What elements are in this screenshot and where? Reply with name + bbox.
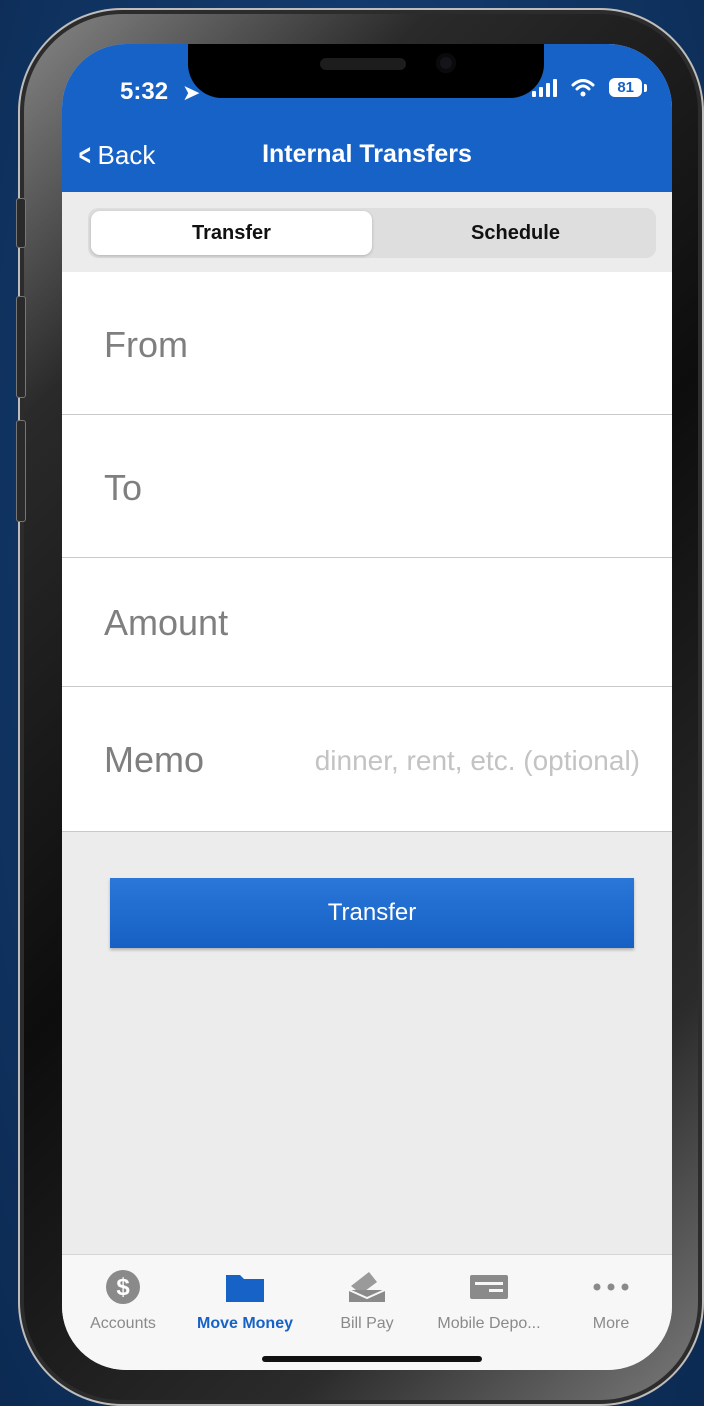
wifi-icon <box>571 78 595 96</box>
transfer-button[interactable]: Transfer <box>110 878 634 948</box>
memo-field[interactable]: Memo dinner, rent, etc. (optional) <box>62 687 672 832</box>
to-account-field[interactable]: To <box>62 415 672 558</box>
volume-up-button <box>16 296 26 398</box>
folder-icon <box>225 1269 265 1305</box>
status-indicators: 81 <box>532 78 647 97</box>
bill-envelope-icon <box>347 1269 387 1305</box>
segment-transfer[interactable]: Transfer <box>91 211 372 255</box>
tab-accounts[interactable]: $ Accounts <box>62 1255 184 1370</box>
from-account-field[interactable]: From <box>62 272 672 415</box>
phone-screen: 5:32 ➤ 81 < Back Internal Transfers Tran… <box>62 44 672 1370</box>
earpiece-speaker <box>320 58 406 70</box>
transfer-form: From To Amount Memo dinner, rent, etc. (… <box>62 272 672 832</box>
bottom-tab-bar: $ Accounts Move Money Bill Pay Mobile De… <box>62 1254 672 1370</box>
status-time: 5:32 <box>120 78 169 105</box>
tab-label: Move Money <box>196 1315 293 1332</box>
dollar-circle-icon: $ <box>105 1269 141 1305</box>
segment-schedule[interactable]: Schedule <box>375 208 656 258</box>
notch <box>188 44 544 98</box>
to-label: To <box>104 467 143 508</box>
svg-text:$: $ <box>116 1274 130 1301</box>
tab-label: Accounts <box>90 1315 156 1332</box>
chevron-left-icon: < <box>78 138 91 172</box>
back-button[interactable]: < Back <box>76 138 156 172</box>
home-indicator <box>262 1356 482 1362</box>
tab-mobile-deposit[interactable]: Mobile Depo... <box>428 1255 550 1370</box>
volume-down-button <box>16 420 26 522</box>
ellipsis-icon <box>591 1269 631 1305</box>
tab-label: Mobile Depo... <box>437 1315 541 1332</box>
memo-label: Memo <box>104 739 205 780</box>
segment-bar: Transfer Schedule <box>62 192 672 272</box>
tab-label: More <box>592 1315 630 1332</box>
tab-label: Bill Pay <box>340 1315 394 1332</box>
memo-placeholder: dinner, rent, etc. (optional) <box>314 745 640 776</box>
check-card-icon <box>469 1269 509 1305</box>
mute-switch <box>16 198 26 248</box>
front-camera <box>436 53 456 73</box>
amount-field[interactable]: Amount <box>62 558 672 687</box>
battery-indicator: 81 <box>609 78 647 97</box>
tab-move-money[interactable]: Move Money <box>184 1255 306 1370</box>
from-label: From <box>104 324 188 365</box>
back-label: Back <box>97 140 156 170</box>
tab-bill-pay[interactable]: Bill Pay <box>306 1255 428 1370</box>
segmented-control: Transfer Schedule <box>88 208 656 258</box>
amount-label: Amount <box>104 602 229 643</box>
tab-more[interactable]: More <box>550 1255 672 1370</box>
